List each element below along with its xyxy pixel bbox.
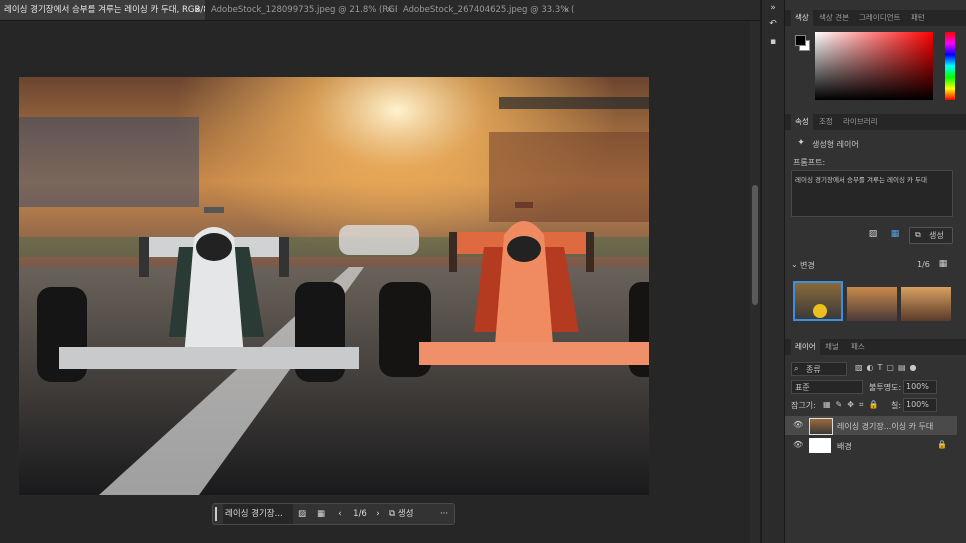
opacity-value: 100% <box>906 382 929 391</box>
tab-properties[interactable]: 속성 <box>791 114 813 130</box>
layer-type-label: 생성형 레이어 <box>812 140 859 149</box>
close-icon[interactable]: × <box>563 0 570 20</box>
generate-button[interactable]: ⧉ 생성 <box>389 504 433 524</box>
reference-image-icon[interactable]: ▨ <box>867 228 879 240</box>
lock-icons[interactable]: ▦✎✥⌗🔒 <box>823 400 883 410</box>
panel-icon-strip: » ↶ ▪ <box>761 0 784 543</box>
lock-label: 잠그기: <box>791 401 816 410</box>
tab-patterns[interactable]: 패턴 <box>911 10 925 26</box>
search-icon: ⌕ <box>794 364 799 373</box>
visibility-eye-icon[interactable]: 👁 <box>793 420 803 429</box>
opacity-field[interactable]: 100% <box>903 380 937 394</box>
close-icon[interactable]: × <box>386 0 393 20</box>
generate-label: 생성 <box>397 509 414 519</box>
layer-name: 레이싱 경기장...이싱 카 두대 <box>837 422 934 431</box>
contextual-task-bar: 레이싱 경기장... ▨ ▦ ‹ 1/6 › ⧉ 생성 ··· <box>212 503 455 525</box>
tab-label: AdobeStock_267404625.jpeg @ 33.3% (RGB/8… <box>403 5 574 15</box>
image-icon[interactable]: ▨ <box>295 504 309 524</box>
document-image[interactable] <box>19 77 649 495</box>
lock-icon: 🔒 <box>937 440 947 449</box>
layer-filter-select[interactable]: ⌕ 종류 <box>791 362 847 376</box>
tab-adjustments[interactable]: 조정 <box>819 114 833 130</box>
fill-field[interactable]: 100% <box>903 398 937 412</box>
history-icon[interactable]: ↶ <box>767 18 779 30</box>
variation-thumbnail-2[interactable] <box>847 287 897 321</box>
prompt-textarea[interactable]: 레이싱 경기장에서 승부를 겨루는 레이싱 카 두대 <box>791 170 953 217</box>
hue-slider[interactable] <box>945 32 955 100</box>
layer-filter-icons[interactable]: ▨◐T▢▤● <box>855 363 921 372</box>
layers-panel-tabs: 레이어 채널 패스 <box>785 339 966 355</box>
racing-cars-image <box>19 77 649 495</box>
document-tab-1[interactable]: 레이싱 경기장에서 승부를 겨루는 레이싱 카 두대, RGB/8) * × <box>0 0 205 20</box>
generate-button[interactable]: ⧉ 생성 <box>909 227 953 244</box>
close-icon[interactable]: × <box>194 0 201 20</box>
generative-layer-icon: ✦ <box>797 138 805 148</box>
opacity-label: 불투명도: <box>869 383 902 392</box>
variations-icon[interactable]: ▦ <box>314 504 328 524</box>
tab-label: AdobeStock_128099735.jpeg @ 21.8% (RGB/1… <box>211 5 397 15</box>
properties-panel-tabs: 속성 조정 라이브러리 <box>785 114 966 130</box>
prompt-label: 프롬프트: <box>793 158 826 167</box>
variations-label: 변경 <box>800 261 815 270</box>
tab-libraries[interactable]: 라이브러리 <box>843 114 878 130</box>
cursor-highlight <box>813 304 827 318</box>
fill-label: 칠: <box>891 401 902 410</box>
drag-handle[interactable] <box>215 507 217 521</box>
grid-view-icon[interactable]: ▦ <box>937 258 949 270</box>
tab-gradients[interactable]: 그레이디언트 <box>859 10 900 26</box>
variation-counter: 1/6 <box>353 509 367 519</box>
layer-row[interactable]: 👁 레이싱 경기장...이싱 카 두대 <box>785 416 957 435</box>
scrollbar-thumb[interactable] <box>752 185 758 305</box>
filter-label: 종류 <box>806 365 821 374</box>
tab-color[interactable]: 색상 <box>791 10 813 26</box>
layer-thumbnail <box>809 438 831 453</box>
document-tab-2[interactable]: AdobeStock_128099735.jpeg @ 21.8% (RGB/1… <box>207 0 397 20</box>
document-tab-bar: 레이싱 경기장에서 승부를 겨루는 레이싱 카 두대, RGB/8) * × A… <box>0 0 760 21</box>
layer-name: 배경 <box>837 442 852 451</box>
tab-layers[interactable]: 레이어 <box>791 339 820 355</box>
foreground-color-swatch[interactable] <box>795 35 806 46</box>
prompt-field[interactable]: 레이싱 경기장... <box>223 504 293 524</box>
next-icon[interactable]: › <box>373 504 383 524</box>
tab-swatches[interactable]: 색상 견본 <box>819 10 849 26</box>
right-panels: 색상 색상 견본 그레이디언트 패턴 속성 조정 라이브러리 ✦ 생성형 레이어… <box>784 0 966 543</box>
tab-paths[interactable]: 패스 <box>851 339 865 355</box>
comment-icon[interactable]: ▪ <box>767 36 779 48</box>
external-icon: ⧉ <box>915 230 921 239</box>
color-panel-tabs: 색상 색상 견본 그레이디언트 패턴 <box>785 10 966 26</box>
layer-row[interactable]: 👁 배경 🔒 <box>785 436 957 455</box>
visibility-eye-icon[interactable]: 👁 <box>793 440 803 449</box>
collapse-icon[interactable]: » <box>767 2 779 14</box>
variations-counter: 1/6 <box>917 260 930 269</box>
color-field[interactable] <box>815 32 933 100</box>
external-icon: ⧉ <box>389 509 396 519</box>
variation-thumbnail-3[interactable] <box>901 287 951 321</box>
more-button[interactable]: ··· <box>435 504 453 524</box>
variations-grid-icon[interactable]: ▦ <box>889 228 901 240</box>
blend-mode-value: 표준 <box>795 383 810 392</box>
tab-channels[interactable]: 채널 <box>825 339 839 355</box>
document-tab-3[interactable]: AdobeStock_267404625.jpeg @ 33.3% (RGB/8… <box>399 0 574 20</box>
generate-label: 생성 <box>929 231 944 240</box>
chevron-down-icon[interactable]: ⌄ <box>791 260 798 269</box>
tab-label: 레이싱 경기장에서 승부를 겨루는 레이싱 카 두대, RGB/8) * <box>4 5 205 15</box>
layer-thumbnail <box>809 418 833 435</box>
fill-value: 100% <box>906 400 929 409</box>
previous-icon[interactable]: ‹ <box>335 504 345 524</box>
blend-mode-select[interactable]: 표준 <box>791 380 863 394</box>
prompt-text: 레이싱 경기장에서 승부를 겨루는 레이싱 카 두대 <box>795 176 927 184</box>
